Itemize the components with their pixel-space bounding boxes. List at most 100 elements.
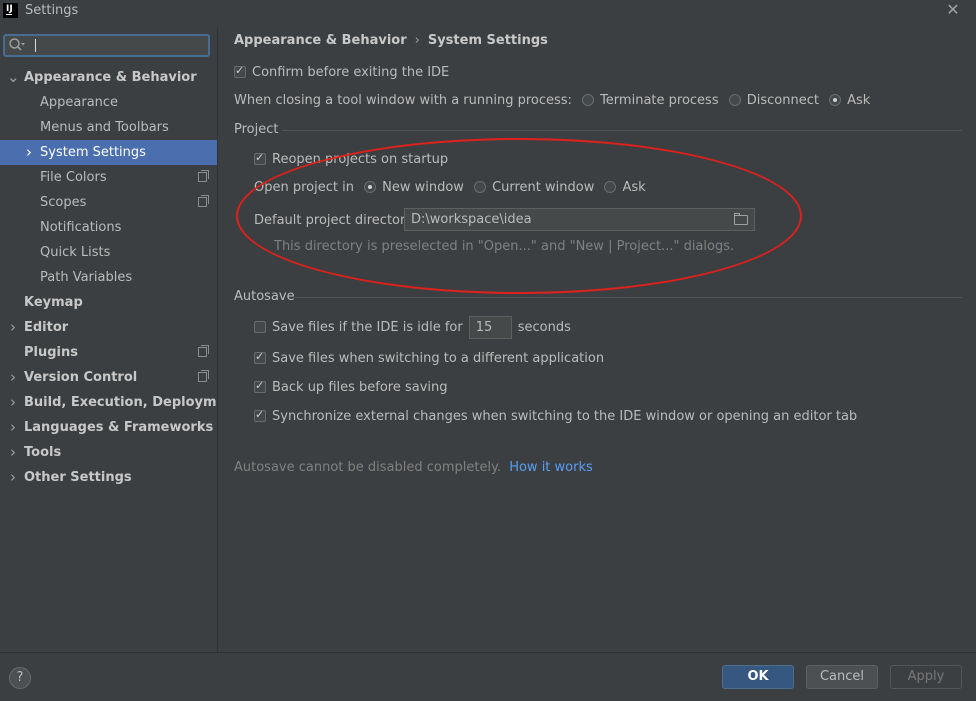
sidebar-item-label: Path Variables xyxy=(40,270,133,285)
sidebar-item-label: Build, Execution, Deployment xyxy=(24,395,241,410)
sidebar-item-file-colors[interactable]: File Colors xyxy=(0,165,217,190)
sidebar-item-version-control[interactable]: › Version Control xyxy=(0,365,217,390)
sidebar-item-tools[interactable]: › Tools xyxy=(0,440,217,465)
apply-button[interactable]: Apply xyxy=(890,665,962,689)
radio-ask-label: Ask xyxy=(847,93,871,108)
sync-external-checkbox[interactable]: Synchronize external changes when switch… xyxy=(254,408,858,424)
radio-circle[interactable] xyxy=(474,181,487,193)
project-scope-icon xyxy=(198,170,209,182)
settings-content: Appearance & Behavior › System Settings Co… xyxy=(218,22,976,652)
checkbox-box[interactable] xyxy=(254,379,266,393)
autosave-note-row: Autosave cannot be disabled completely. … xyxy=(234,460,593,475)
settings-sidebar: ⌄ Appearance & Behavior Appearance Menus an… xyxy=(0,28,241,652)
sidebar-item-menus-and-toolbars[interactable]: Menus and Toolbars xyxy=(0,115,217,140)
radio-terminate[interactable]: Terminate process xyxy=(576,93,719,108)
chevron-down-icon[interactable]: ⌄ xyxy=(7,65,20,90)
sidebar-item-languages-frameworks[interactable]: › Languages & Frameworks xyxy=(0,415,217,440)
radio-current-window[interactable]: Current window xyxy=(468,180,594,195)
checkbox-box[interactable] xyxy=(254,151,266,165)
project-section-divider xyxy=(282,130,962,131)
autosave-section-divider xyxy=(294,297,962,298)
sidebar-item-build-execution-deployment[interactable]: › Build, Execution, Deployment xyxy=(0,390,241,415)
radio-disconnect[interactable]: Disconnect xyxy=(723,93,819,108)
idle-save-checkbox[interactable]: Save files if the IDE is idle for xyxy=(254,320,463,335)
sidebar-item-label: Appearance & Behavior xyxy=(24,70,197,85)
chevron-right-icon[interactable]: › xyxy=(7,465,19,490)
save-on-switch-checkbox[interactable]: Save files when switching to a different… xyxy=(254,350,604,366)
sidebar-item-system-settings[interactable]: › System Settings xyxy=(0,140,217,165)
sidebar-item-path-variables[interactable]: Path Variables xyxy=(0,265,217,290)
search-input[interactable] xyxy=(33,36,205,55)
how-it-works-link[interactable]: How it works xyxy=(509,460,593,475)
default-dir-value[interactable]: D:\workspace\idea xyxy=(411,212,532,227)
sidebar-item-other-settings[interactable]: › Other Settings xyxy=(0,465,217,490)
folder-browse-icon[interactable] xyxy=(734,213,748,225)
sidebar-item-label: Plugins xyxy=(24,345,78,360)
default-dir-hint: This directory is preselected in "Open..… xyxy=(274,239,735,254)
radio-open-ask-label: Ask xyxy=(622,180,646,195)
radio-open-ask[interactable]: Ask xyxy=(598,180,646,195)
autosave-note: Autosave cannot be disabled completely. xyxy=(234,460,502,475)
sidebar-item-keymap[interactable]: Keymap xyxy=(0,290,217,315)
checkbox-box[interactable] xyxy=(234,64,246,78)
breadcrumb-parent[interactable]: Appearance & Behavior xyxy=(234,33,407,48)
sidebar-item-label: Scopes xyxy=(40,195,87,210)
closing-process-row: When closing a tool window with a runnin… xyxy=(234,93,870,108)
radio-circle[interactable] xyxy=(728,94,741,106)
chevron-right-icon[interactable]: › xyxy=(7,315,19,340)
radio-ask[interactable]: Ask xyxy=(823,93,870,108)
checkbox-box[interactable] xyxy=(254,321,266,333)
app-icon-text: IJ xyxy=(6,4,13,14)
chevron-right-icon[interactable]: › xyxy=(7,440,19,465)
autosave-section-title: Autosave xyxy=(234,289,295,304)
close-icon[interactable]: ✕ xyxy=(944,1,962,19)
checkbox-box[interactable] xyxy=(254,350,266,364)
reopen-projects-label: Reopen projects on startup xyxy=(272,152,449,167)
sidebar-item-editor[interactable]: › Editor xyxy=(0,315,217,340)
sidebar-item-label: Tools xyxy=(24,445,62,460)
sidebar-item-appearance-behavior[interactable]: ⌄ Appearance & Behavior xyxy=(0,65,217,90)
chevron-right-icon[interactable]: › xyxy=(7,365,19,390)
sync-external-label: Synchronize external changes when switch… xyxy=(272,409,858,424)
confirm-exit-checkbox[interactable]: Confirm before exiting the IDE xyxy=(234,64,449,80)
radio-new-window[interactable]: New window xyxy=(358,180,464,195)
settings-search[interactable] xyxy=(3,34,210,57)
closing-process-label: When closing a tool window with a runnin… xyxy=(234,93,572,108)
project-scope-icon xyxy=(198,345,209,357)
sidebar-item-appearance[interactable]: Appearance xyxy=(0,90,217,115)
title-bar: IJ Settings ✕ xyxy=(0,0,976,22)
sidebar-item-plugins[interactable]: Plugins xyxy=(0,340,217,365)
sidebar-item-notifications[interactable]: Notifications xyxy=(0,215,217,240)
radio-terminate-label: Terminate process xyxy=(600,93,719,108)
help-button[interactable]: ? xyxy=(9,667,31,689)
radio-circle[interactable] xyxy=(604,181,617,193)
chevron-right-icon[interactable]: › xyxy=(7,415,19,440)
idle-seconds-input[interactable]: 15 xyxy=(468,316,512,339)
chevron-right-icon[interactable]: › xyxy=(23,140,35,165)
chevron-right-icon[interactable]: › xyxy=(7,390,19,415)
backup-files-checkbox[interactable]: Back up files before saving xyxy=(254,379,448,395)
breadcrumb: Appearance & Behavior › System Settings xyxy=(234,33,548,48)
default-dir-label: Default project directory: xyxy=(254,213,417,228)
sidebar-item-label: Menus and Toolbars xyxy=(40,120,169,135)
idle-seconds-unit: seconds xyxy=(517,320,571,335)
reopen-projects-checkbox[interactable]: Reopen projects on startup xyxy=(254,151,449,167)
window-title: Settings xyxy=(25,3,79,18)
radio-circle[interactable] xyxy=(582,94,595,106)
settings-tree: ⌄ Appearance & Behavior Appearance Menus an… xyxy=(0,65,241,490)
dialog-footer: ? OK Cancel Apply xyxy=(0,652,976,701)
project-section-title: Project xyxy=(234,122,279,137)
default-dir-field[interactable]: D:\workspace\idea xyxy=(404,208,755,231)
radio-current-window-label: Current window xyxy=(492,180,595,195)
sidebar-item-quick-lists[interactable]: Quick Lists xyxy=(0,240,217,265)
radio-new-window-label: New window xyxy=(382,180,464,195)
ok-button[interactable]: OK xyxy=(722,665,794,689)
sidebar-item-scopes[interactable]: Scopes xyxy=(0,190,217,215)
checkbox-box[interactable] xyxy=(254,408,266,422)
cancel-button[interactable]: Cancel xyxy=(806,665,878,689)
sidebar-item-label: Appearance xyxy=(40,95,119,110)
radio-circle[interactable] xyxy=(829,94,842,106)
search-icon xyxy=(8,37,26,57)
radio-circle[interactable] xyxy=(364,181,377,193)
project-scope-icon xyxy=(198,195,209,207)
